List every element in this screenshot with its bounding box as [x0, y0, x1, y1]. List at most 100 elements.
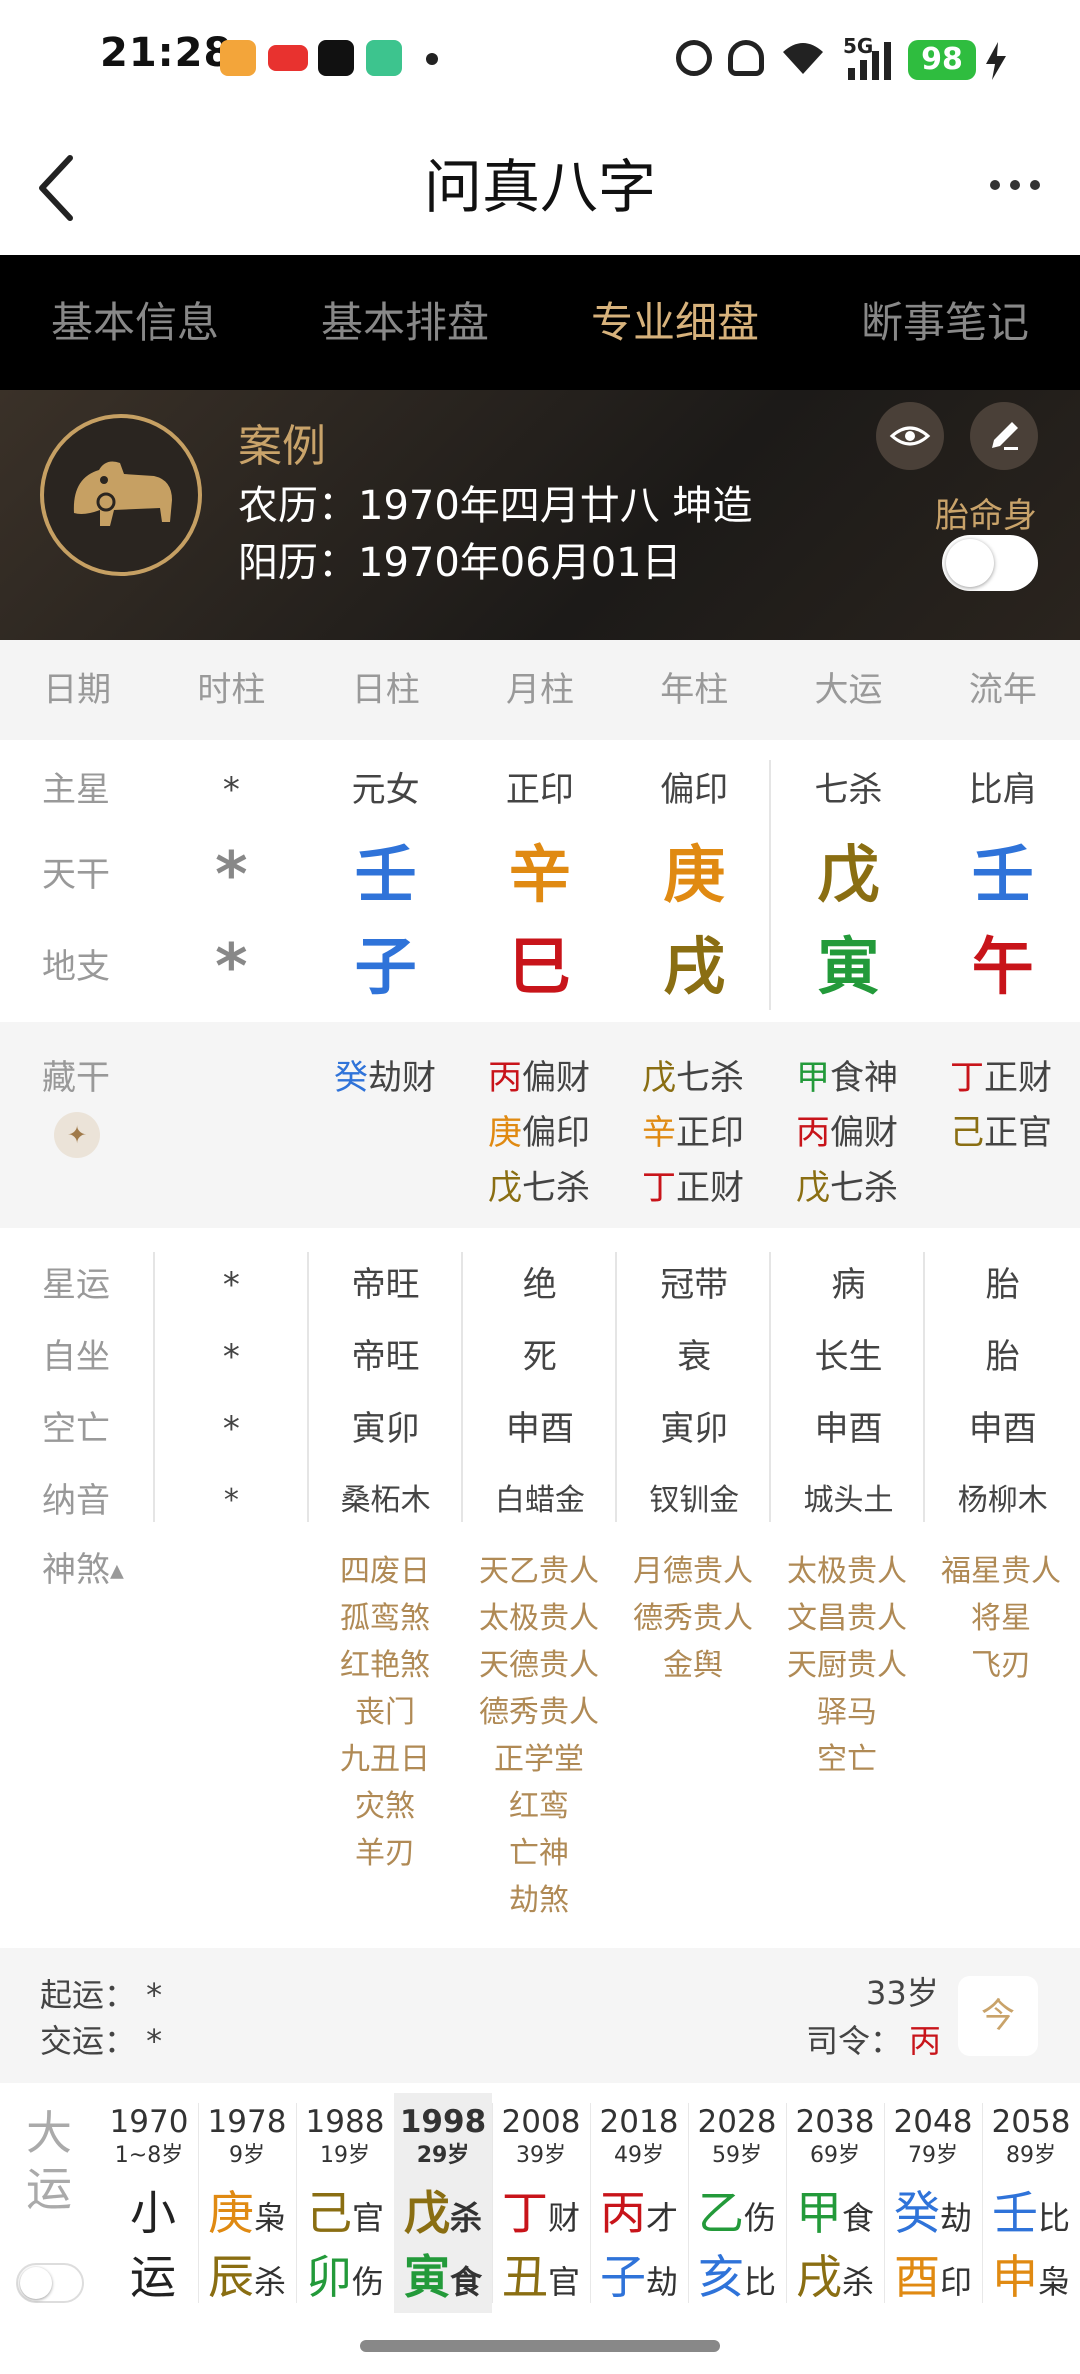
solar-label: 阳历： [238, 540, 358, 586]
shensha-item[interactable]: 劫煞 [462, 1877, 616, 1924]
shensha-item[interactable]: 空亡 [770, 1736, 924, 1783]
shensha-item[interactable]: 天乙贵人 [462, 1548, 616, 1595]
shensha-item[interactable]: 将星 [924, 1595, 1078, 1642]
dayun-column[interactable]: 1988 19岁 己官 卯伤 [296, 2093, 394, 2313]
shensha-item[interactable]: 飞刃 [924, 1642, 1078, 1689]
shensha-item[interactable]: 红艳煞 [308, 1642, 462, 1689]
back-button[interactable] [30, 148, 90, 228]
canggan-shen: 七杀 [676, 1058, 744, 1098]
dizhi-hour: * [215, 930, 248, 1003]
dayun-age: 29岁 [416, 2143, 470, 2168]
dayun-column[interactable]: 2018 49岁 丙才 子劫 [590, 2093, 688, 2313]
page-title: 问真八字 [423, 153, 656, 221]
avatar[interactable] [40, 414, 202, 576]
dayun-gan-char: 丁 [502, 2186, 548, 2240]
tiangan-dayun[interactable]: 戊 [771, 830, 925, 920]
dayun-gan: 乙伤 [688, 2177, 786, 2240]
dayun-column[interactable]: 2028 59岁 乙伤 亥比 [688, 2093, 786, 2313]
zizuo-row: 自坐 * 帝旺 死 衰 长生 胎 [0, 1324, 1080, 1390]
dayun-zhi: 酉印 [884, 2241, 982, 2304]
tiangan-month[interactable]: 辛 [463, 830, 617, 920]
today-calendar-button[interactable]: 今 [958, 1976, 1038, 2056]
dayun-gan: 丙才 [590, 2177, 688, 2240]
dayun-column[interactable]: 2058 89岁 壬比 申枭 [982, 2093, 1080, 2313]
dayun-gan-shen: 杀 [450, 2199, 483, 2237]
eye-button[interactable] [876, 402, 944, 470]
shensha-item[interactable]: 德秀贵人 [616, 1595, 770, 1642]
dayun-age: 1~8岁 [114, 2143, 184, 2168]
lunar-value: 1970年四月廿八 坤造 [358, 483, 753, 529]
shensha-item[interactable]: 九丑日 [308, 1736, 462, 1783]
dayun-gan: 甲食 [786, 2177, 884, 2240]
shensha-item[interactable]: 天德贵人 [462, 1642, 616, 1689]
shensha-item[interactable]: 太极贵人 [462, 1595, 616, 1642]
shensha-item[interactable]: 驿马 [770, 1689, 924, 1736]
dizhi-dayun[interactable]: 寅 [771, 922, 925, 1012]
shensha-item[interactable]: 羊刃 [308, 1830, 462, 1877]
taiming-toggle[interactable] [942, 535, 1038, 591]
info-cell: 长生 [814, 1337, 883, 1377]
dizhi-month[interactable]: 巳 [463, 922, 617, 1012]
dayun-gan-shen: 比 [1038, 2199, 1071, 2237]
canggan-gan: 庚 [488, 1113, 522, 1153]
shensha-item[interactable]: 德秀贵人 [462, 1689, 616, 1736]
info-cell: 冠带 [660, 1265, 729, 1305]
dayun-year: 1970 [109, 2104, 189, 2140]
canggan-gan: 癸 [334, 1058, 368, 1098]
shensha-item[interactable]: 文昌贵人 [770, 1595, 924, 1642]
tiangan-year[interactable]: 庚 [617, 830, 771, 920]
toutiao-icon [268, 45, 308, 71]
dizhi-liunian[interactable]: 午 [926, 922, 1080, 1012]
shensha-item[interactable]: 正学堂 [462, 1736, 616, 1783]
canggan-item: 己正官 [924, 1105, 1078, 1154]
shensha-item[interactable]: 太极贵人 [770, 1548, 924, 1595]
dayun-column[interactable]: 1970 1~8岁小运 [100, 2093, 198, 2313]
zhuxing-row: 主星 * 元女 正印 偏印 七杀 比肩 [0, 760, 1080, 820]
dayun-column[interactable]: 2008 39岁 丁财 丑官 [492, 2093, 590, 2313]
dizhi-day[interactable]: 子 [309, 922, 463, 1012]
shensha-item[interactable]: 红鸾 [462, 1783, 616, 1830]
shensha-item[interactable]: 月德贵人 [616, 1548, 770, 1595]
shensha-item[interactable]: 福星贵人 [924, 1548, 1078, 1595]
edit-button[interactable] [970, 402, 1038, 470]
dayun-toggle[interactable] [16, 2263, 84, 2303]
dayun-column[interactable]: 1978 9岁 庚枭 辰杀 [198, 2093, 296, 2313]
shensha-item[interactable]: 四废日 [308, 1548, 462, 1595]
shensha-item[interactable]: 金舆 [616, 1642, 770, 1689]
info-cell: 胎 [985, 1337, 1020, 1377]
dayun-zhi-char: 申 [992, 2250, 1038, 2304]
shensha-item[interactable]: 灾煞 [308, 1783, 462, 1830]
dayun-column[interactable]: 2038 69岁 甲食 戌杀 [786, 2093, 884, 2313]
shensha-item[interactable]: 亡神 [462, 1830, 616, 1877]
dayun-column[interactable]: 2048 79岁 癸劫 酉印 [884, 2093, 982, 2313]
shensha-item[interactable]: 天厨贵人 [770, 1642, 924, 1689]
dayun-gan-shen: 食 [842, 2199, 875, 2237]
dayun-gan: 庚枭 [198, 2177, 296, 2240]
col-hour: 时柱 [197, 670, 266, 710]
tiangan-liunian[interactable]: 壬 [926, 830, 1080, 920]
canggan-item: 丙偏财 [462, 1050, 616, 1099]
shensha-toggle[interactable]: 神煞▲ [42, 1545, 124, 1597]
info-cell: * [223, 1483, 239, 1518]
eye-icon [889, 426, 931, 446]
dizhi-year[interactable]: 戌 [617, 922, 771, 1012]
canggan-toggle-icon[interactable]: ✦ [54, 1112, 100, 1158]
tiangan-day[interactable]: 壬 [309, 830, 463, 920]
shensha-item[interactable]: 孤鸾煞 [308, 1595, 462, 1642]
tab-professional[interactable]: 专业细盘 [540, 255, 810, 390]
tab-notes[interactable]: 断事笔记 [810, 255, 1080, 390]
dizhi-row: 地支 * 子 巳 戌 寅 午 [0, 922, 1080, 1012]
tab-basic-info[interactable]: 基本信息 [0, 255, 270, 390]
tab-basic-chart[interactable]: 基本排盘 [270, 255, 540, 390]
info-cell: 申酉 [814, 1409, 883, 1449]
calendar-icon: 今 [981, 1996, 1015, 2036]
caret-up-icon: ▲ [110, 1560, 124, 1582]
qiyun-bar: 起运： * 交运： * 33岁 司令： 丙 今 [0, 1948, 1080, 2083]
dayun-zhi: 寅食 [394, 2241, 492, 2304]
canggan-item: 戊七杀 [770, 1160, 924, 1209]
dayun-column[interactable]: 1998 29岁 戊杀 寅食 [394, 2093, 492, 2313]
shensha-item[interactable]: 丧门 [308, 1689, 462, 1736]
dayun-gan-char: 戊 [404, 2186, 450, 2240]
tiangan-hour: * [215, 838, 248, 911]
more-icon[interactable] [985, 160, 1045, 210]
